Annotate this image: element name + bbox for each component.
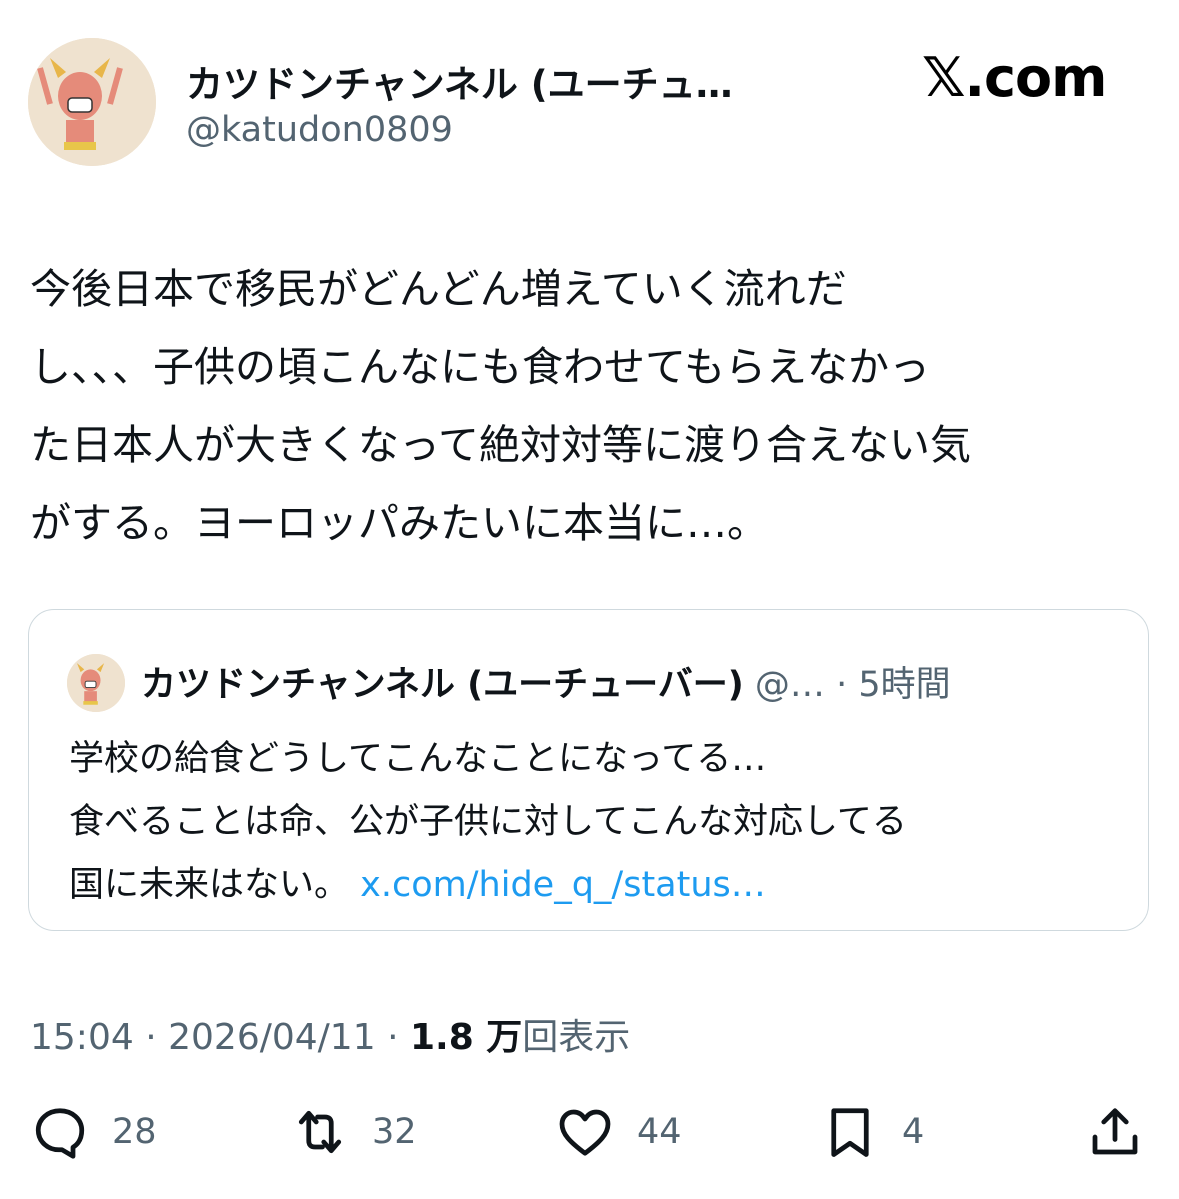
repost-button[interactable]: 32 (290, 1100, 417, 1164)
avatar-illustration (28, 38, 156, 166)
avatar[interactable] (28, 38, 156, 166)
meta-separator: · (145, 1017, 157, 1058)
share-icon (1092, 1108, 1138, 1155)
quoted-tweet-card[interactable]: カツドンチャンネル (ユーチューバー) @… · 5時間 学校の給食どうしてこん… (28, 609, 1149, 931)
bookmark-icon (831, 1108, 869, 1157)
reply-count: 28 (112, 1112, 157, 1152)
reply-button[interactable]: 28 (30, 1100, 157, 1164)
quoted-display-name[interactable]: カツドンチャンネル (ユーチューバー) (141, 665, 744, 705)
author-handle[interactable]: @katudon0809 (186, 110, 453, 150)
quoted-line: 食べることは命、公が子供に対してこんな対応してる (69, 802, 907, 842)
bookmark-button[interactable]: 4 (820, 1100, 924, 1164)
like-count: 44 (637, 1112, 682, 1152)
tweet-text: 今後日本で移民がどんどん増えていく流れだ し、、、子供の頃こんなにも食わせてもら… (30, 250, 1150, 562)
repost-count: 32 (372, 1112, 417, 1152)
views-label: 回表示 (522, 1017, 631, 1058)
quoted-line-text: 国に未来はない。 (69, 865, 350, 905)
quoted-link[interactable]: x.com/hide_q_/status… (360, 865, 766, 905)
repost-icon (298, 1110, 342, 1154)
tweet-line: し、、、子供の頃こんなにも食わせてもらえなかっ (30, 343, 930, 391)
quoted-text: 学校の給食どうしてこんなことになってる… 食べることは命、公が子供に対してこんな… (69, 728, 1129, 917)
quoted-avatar[interactable] (67, 654, 125, 712)
quoted-time[interactable]: 5時間 (858, 665, 950, 705)
share-button[interactable] (1085, 1100, 1145, 1164)
tweet-line: た日本人が大きくなって絶対対等に渡り合えない気 (30, 421, 971, 469)
like-button[interactable]: 44 (555, 1100, 682, 1164)
heart-icon (559, 1109, 611, 1156)
quoted-line: 学校の給食どうしてこんなことになってる… (69, 739, 767, 779)
views-count: 1.8 万 (409, 1017, 523, 1058)
author-display-name[interactable]: カツドンチャンネル (ユーチュ… (186, 54, 733, 108)
tweet-line: 今後日本で移民がどんどん増えていく流れだ (30, 265, 847, 313)
quoted-avatar-illustration (67, 654, 125, 712)
tweet-line: がする。ヨーロッパみたいに本当に…。 (30, 499, 768, 547)
reply-icon (35, 1108, 85, 1159)
quoted-header: カツドンチャンネル (ユーチューバー) @… · 5時間 (141, 656, 951, 707)
quoted-separator: · (836, 665, 848, 705)
tweet-date[interactable]: 2026/04/11 (168, 1017, 376, 1058)
quoted-line-last: 国に未来はない。 x.com/hide_q_/status… (69, 854, 1129, 917)
x-logo: 𝕏.com (922, 46, 1107, 109)
meta-separator: · (387, 1017, 399, 1058)
quoted-handle[interactable]: @… (755, 665, 825, 705)
tweet-time[interactable]: 15:04 (30, 1017, 134, 1058)
bookmark-count: 4 (902, 1112, 925, 1152)
tweet-meta: 15:04 · 2026/04/11 · 1.8 万回表示 (30, 1008, 630, 1060)
